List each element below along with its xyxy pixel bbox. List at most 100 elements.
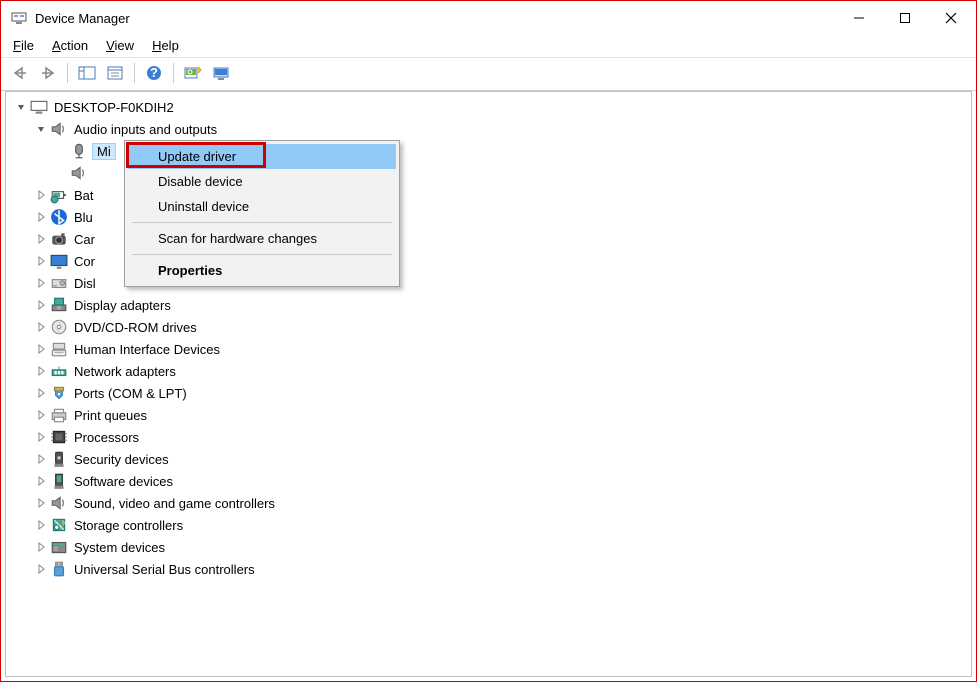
menu-help[interactable]: Help bbox=[152, 38, 179, 53]
menu-file[interactable]: File bbox=[13, 38, 34, 53]
tree-category[interactable]: System devices bbox=[10, 536, 971, 558]
software-icon bbox=[50, 472, 68, 490]
tree-category-label: Car bbox=[72, 232, 97, 247]
menu-action[interactable]: Action bbox=[52, 38, 88, 53]
system-icon bbox=[50, 538, 68, 556]
printer-icon bbox=[50, 406, 68, 424]
ctx-properties[interactable]: Properties bbox=[128, 258, 396, 283]
chevron-right-icon[interactable] bbox=[34, 386, 48, 400]
tree-category[interactable]: Print queues bbox=[10, 404, 971, 426]
ctx-disable-device[interactable]: Disable device bbox=[128, 169, 396, 194]
chevron-right-icon[interactable] bbox=[34, 320, 48, 334]
ctx-separator bbox=[132, 254, 392, 255]
tree-category-label: Audio inputs and outputs bbox=[72, 122, 219, 137]
help-button[interactable]: ? bbox=[143, 62, 165, 84]
chevron-down-icon[interactable] bbox=[14, 100, 28, 114]
chevron-right-icon[interactable] bbox=[34, 562, 48, 576]
chevron-right-icon[interactable] bbox=[34, 408, 48, 422]
chevron-right-icon[interactable] bbox=[34, 254, 48, 268]
chevron-right-icon[interactable] bbox=[34, 276, 48, 290]
tree-category[interactable]: Storage controllers bbox=[10, 514, 971, 536]
tree-panel[interactable]: DESKTOP-F0KDIH2 Audio inputs and outputs… bbox=[5, 91, 972, 677]
tree-category-label: Security devices bbox=[72, 452, 171, 467]
tree-category[interactable]: DVD/CD-ROM drives bbox=[10, 316, 971, 338]
camera-icon bbox=[50, 230, 68, 248]
speaker-icon bbox=[50, 120, 68, 138]
minimize-button[interactable] bbox=[836, 3, 882, 33]
menu-view[interactable]: View bbox=[106, 38, 134, 53]
chevron-right-icon[interactable] bbox=[34, 364, 48, 378]
chevron-right-icon[interactable] bbox=[34, 232, 48, 246]
ctx-scan-hardware[interactable]: Scan for hardware changes bbox=[128, 226, 396, 251]
tree-root-label: DESKTOP-F0KDIH2 bbox=[52, 100, 176, 115]
sound-icon bbox=[50, 494, 68, 512]
tree-category[interactable]: Universal Serial Bus controllers bbox=[10, 558, 971, 580]
tree-category[interactable]: Sound, video and game controllers bbox=[10, 492, 971, 514]
port-icon bbox=[50, 384, 68, 402]
monitor-icon bbox=[50, 252, 68, 270]
tree-category-label: Disl bbox=[72, 276, 98, 291]
display-icon bbox=[50, 296, 68, 314]
ctx-uninstall-device[interactable]: Uninstall device bbox=[128, 194, 396, 219]
chevron-right-icon[interactable] bbox=[34, 210, 48, 224]
tree-category[interactable]: Software devices bbox=[10, 470, 971, 492]
scan-button[interactable] bbox=[182, 62, 204, 84]
chevron-right-icon[interactable] bbox=[34, 430, 48, 444]
toolbar-separator bbox=[173, 63, 174, 83]
chevron-down-icon[interactable] bbox=[34, 122, 48, 136]
tree-category-audio[interactable]: Audio inputs and outputs bbox=[10, 118, 971, 140]
bluetooth-icon bbox=[50, 208, 68, 226]
chevron-right-icon[interactable] bbox=[34, 518, 48, 532]
forward-button[interactable] bbox=[37, 62, 59, 84]
close-button[interactable] bbox=[928, 3, 974, 33]
context-menu: Update driver Disable device Uninstall d… bbox=[124, 140, 400, 287]
chevron-right-icon[interactable] bbox=[34, 342, 48, 356]
tree-category-label: Cor bbox=[72, 254, 97, 269]
tree-device-label: Mi bbox=[92, 143, 116, 160]
toolbar: ? bbox=[1, 57, 976, 91]
chevron-right-icon[interactable] bbox=[34, 540, 48, 554]
microphone-icon bbox=[70, 142, 88, 160]
chevron-right-icon[interactable] bbox=[34, 496, 48, 510]
tree-category[interactable]: Processors bbox=[10, 426, 971, 448]
titlebar: Device Manager bbox=[1, 1, 976, 35]
tree-category[interactable]: Security devices bbox=[10, 448, 971, 470]
tree-category[interactable]: Ports (COM & LPT) bbox=[10, 382, 971, 404]
chevron-right-icon[interactable] bbox=[34, 452, 48, 466]
tree-category-label: Human Interface Devices bbox=[72, 342, 222, 357]
properties-button[interactable] bbox=[104, 62, 126, 84]
network-icon bbox=[50, 362, 68, 380]
disk-icon bbox=[50, 274, 68, 292]
tree-category[interactable]: Human Interface Devices bbox=[10, 338, 971, 360]
tree-category-label: DVD/CD-ROM drives bbox=[72, 320, 199, 335]
svg-text:?: ? bbox=[150, 65, 158, 80]
back-button[interactable] bbox=[9, 62, 31, 84]
show-hide-button[interactable] bbox=[76, 62, 98, 84]
speaker-icon bbox=[70, 164, 88, 182]
tree-category[interactable]: Network adapters bbox=[10, 360, 971, 382]
tree-category-label: Sound, video and game controllers bbox=[72, 496, 277, 511]
toolbar-separator bbox=[67, 63, 68, 83]
tree-category-label: Storage controllers bbox=[72, 518, 185, 533]
tree-category[interactable]: Display adapters bbox=[10, 294, 971, 316]
chevron-right-icon[interactable] bbox=[34, 188, 48, 202]
tree-root[interactable]: DESKTOP-F0KDIH2 bbox=[10, 96, 971, 118]
tree-category-label: Ports (COM & LPT) bbox=[72, 386, 189, 401]
ctx-update-driver[interactable]: Update driver bbox=[128, 144, 396, 169]
battery-icon bbox=[50, 186, 68, 204]
window-title: Device Manager bbox=[35, 11, 836, 26]
dvd-icon bbox=[50, 318, 68, 336]
maximize-button[interactable] bbox=[882, 3, 928, 33]
storage-icon bbox=[50, 516, 68, 534]
tree-category-label: Universal Serial Bus controllers bbox=[72, 562, 257, 577]
computer-icon bbox=[30, 98, 48, 116]
devices-button[interactable] bbox=[210, 62, 232, 84]
tree-category-label: System devices bbox=[72, 540, 167, 555]
chevron-right-icon[interactable] bbox=[34, 298, 48, 312]
ctx-separator bbox=[132, 222, 392, 223]
tree-category-label: Display adapters bbox=[72, 298, 173, 313]
security-icon bbox=[50, 450, 68, 468]
device-manager-window: Device Manager File Action View Help ? bbox=[1, 1, 976, 681]
device-manager-icon bbox=[11, 10, 27, 26]
chevron-right-icon[interactable] bbox=[34, 474, 48, 488]
